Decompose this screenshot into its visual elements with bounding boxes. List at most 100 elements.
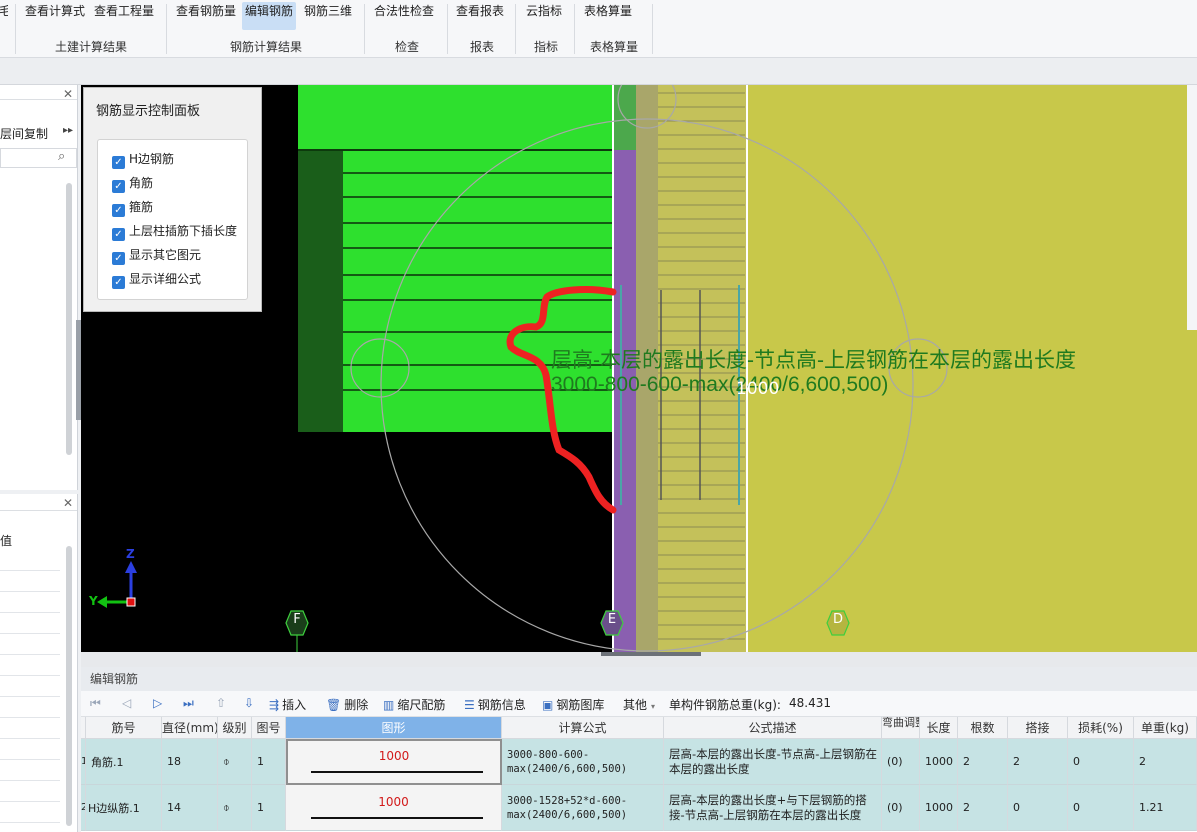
view-quantity-button[interactable]: 查看工程量 (91, 2, 157, 30)
col-formula-desc[interactable]: 公式描述 (664, 717, 882, 739)
ribbon-separator (15, 4, 16, 54)
col-diameter[interactable]: 直径(mm) (162, 717, 218, 739)
col-figure-no[interactable]: 图号 (252, 717, 286, 739)
cell-formula[interactable]: 3000-800-600-max(2400/6,600,500) (502, 739, 664, 785)
col-lap[interactable]: 搭接 (1008, 717, 1068, 739)
rebar-3d-button[interactable]: 钢筋三维 (301, 2, 355, 30)
prev-record-icon[interactable]: ◁ (122, 696, 131, 710)
checkbox-label: 显示详细公式 (129, 272, 202, 286)
cell-loss[interactable]: 0 (1068, 785, 1134, 831)
cell-figure-no[interactable]: 1 (252, 739, 286, 785)
table-calc-button[interactable]: 表格算量 (581, 2, 635, 30)
col-formula[interactable]: 计算公式 (502, 717, 664, 739)
col-grade[interactable]: 级别 (218, 717, 252, 739)
editor-title: 编辑钢筋 (81, 667, 1197, 691)
left-panel-bottom: ✕ 值 (0, 494, 78, 832)
search-icon[interactable]: ⌕ (58, 149, 65, 164)
checkbox-detailed-formula[interactable]: ✓ 显示详细公式 (112, 271, 201, 289)
floor-copy-button[interactable]: 层间复制 (0, 125, 48, 142)
cell-formula[interactable]: 3000-1528+52*d-600-max(2400/6,600,500) (502, 785, 664, 831)
rebar-display-control-panel: 钢筋显示控制面板 ✓ H边钢筋 ✓ 角筋 ✓ 箍筋 ✓ 上层柱插筋下插长度 ✓ 显示其它图… (83, 87, 262, 312)
checkbox-label: 上层柱插筋下插长度 (129, 224, 238, 238)
cell-length[interactable]: 1000 (920, 739, 958, 785)
cell-bend-adjust[interactable]: (0) (882, 739, 920, 785)
cell-grade[interactable]: ⌽ (218, 739, 252, 785)
cell-unit-weight[interactable]: 2 (1134, 739, 1197, 785)
checkbox-corner-rebar[interactable]: ✓ 角筋 (112, 175, 153, 193)
insert-button[interactable]: ⇶ 插入 (269, 696, 306, 713)
property-grid[interactable] (0, 550, 60, 830)
panel-title: 钢筋显示控制面板 (96, 104, 201, 119)
cell-shape[interactable]: 1000 (286, 785, 502, 831)
cell-length[interactable]: 1000 (920, 785, 958, 831)
cell-count[interactable]: 2 (958, 739, 1008, 785)
library-icon: ▣ (542, 698, 554, 712)
view-rebar-amount-button[interactable]: 查看钢筋量 (173, 2, 239, 30)
shape-drawing: 1000 (299, 743, 489, 781)
insert-icon: ⇶ (269, 698, 280, 712)
checkbox-other-elements[interactable]: ✓ 显示其它图元 (112, 247, 201, 265)
cell-unit-weight[interactable]: 1.21 (1134, 785, 1197, 831)
ribbon-separator (515, 4, 516, 54)
move-up-icon[interactable]: ⇧ (216, 696, 226, 710)
cell-diameter[interactable]: 14 (162, 785, 218, 831)
last-record-icon[interactable]: ⏭ (183, 696, 194, 711)
checkbox-dowel-length[interactable]: ✓ 上层柱插筋下插长度 (112, 223, 237, 241)
col-length[interactable]: 长度 (920, 717, 958, 739)
move-down-icon[interactable]: ⇩ (244, 696, 254, 710)
axis-gizmo (97, 561, 137, 608)
validity-check-button[interactable]: 合法性检查 (371, 2, 437, 30)
scrollbar[interactable] (66, 546, 72, 826)
cell-bar-number[interactable]: 角筋.1 (86, 739, 162, 785)
view-toolbar[interactable] (1187, 85, 1197, 330)
cell-count[interactable]: 2 (958, 785, 1008, 831)
cell-lap[interactable]: 2 (1008, 739, 1068, 785)
shape-length-label: 1000 (378, 794, 409, 809)
col-bar-number[interactable]: 筋号 (86, 717, 162, 739)
scrollbar[interactable] (66, 183, 72, 455)
chevron-down-icon: ▾ (651, 702, 656, 711)
col-unit-weight[interactable]: 单重(kg) (1134, 717, 1197, 739)
axis-label-e: E (607, 612, 617, 627)
next-record-icon[interactable]: ▷ (153, 696, 162, 710)
delete-button[interactable]: 🗑 删除 (326, 696, 368, 713)
ribbon-edge-button[interactable]: 毛 (0, 2, 8, 30)
first-record-icon[interactable]: ⏮ (90, 696, 101, 711)
cell-formula-desc[interactable]: 层高-本层的露出长度-节点高-上层钢筋在本层的露出长度 (664, 739, 882, 785)
search-input[interactable] (0, 148, 77, 168)
bar-line (310, 816, 483, 819)
edit-rebar-button[interactable]: 编辑钢筋 (242, 2, 297, 30)
total-weight-value: 48.431 (789, 696, 831, 710)
view-report-button[interactable]: 查看报表 (453, 2, 507, 30)
axis-z-label: Z (126, 547, 135, 561)
view-formula-button[interactable]: 查看计算式 (22, 2, 88, 30)
double-chevron-right-icon[interactable]: ▸▸ (63, 125, 73, 136)
col-shape[interactable]: 图形 (286, 717, 502, 739)
checkbox-h-edge-rebar[interactable]: ✓ H边钢筋 (112, 151, 174, 169)
cell-grade[interactable]: ⌽ (218, 785, 252, 831)
option-list: ✓ H边钢筋 ✓ 角筋 ✓ 箍筋 ✓ 上层柱插筋下插长度 ✓ 显示其它图元 ✓ 显示详细公式 (97, 139, 248, 300)
cell-formula-desc[interactable]: 层高-本层的露出长度+与下层钢筋的搭接-节点高-上层钢筋在本层的露出长度 (664, 785, 882, 831)
checkmark-icon: ✓ (112, 276, 125, 289)
rebar-library-button[interactable]: ▣ 钢筋图库 (542, 696, 604, 713)
cell-lap[interactable]: 0 (1008, 785, 1068, 831)
cell-bend-adjust[interactable]: (0) (882, 785, 920, 831)
col-count[interactable]: 根数 (958, 717, 1008, 739)
splitter-handle[interactable] (601, 652, 701, 656)
scale-rebar-button[interactable]: ▥ 缩尺配筋 (383, 696, 445, 713)
checkbox-stirrup[interactable]: ✓ 箍筋 (112, 199, 153, 217)
rebar-info-button[interactable]: ☰ 钢筋信息 (464, 696, 526, 713)
col-loss[interactable]: 损耗(%) (1068, 717, 1134, 739)
col-bend-adjust[interactable]: 弯曲调整 (882, 717, 920, 739)
checkmark-icon: ✓ (112, 228, 125, 241)
cell-shape[interactable]: 1000 (286, 739, 502, 785)
group-table-calc: 表格算量 (589, 40, 638, 54)
cloud-index-button[interactable]: 云指标 (523, 2, 565, 30)
close-icon[interactable]: ✕ (63, 496, 73, 510)
cell-bar-number[interactable]: H边纵筋.1 (86, 785, 162, 831)
ribbon-separator (364, 4, 365, 54)
cell-figure-no[interactable]: 1 (252, 785, 286, 831)
other-dropdown[interactable]: 其他 ▾ (623, 696, 655, 713)
cell-diameter[interactable]: 18 (162, 739, 218, 785)
cell-loss[interactable]: 0 (1068, 739, 1134, 785)
